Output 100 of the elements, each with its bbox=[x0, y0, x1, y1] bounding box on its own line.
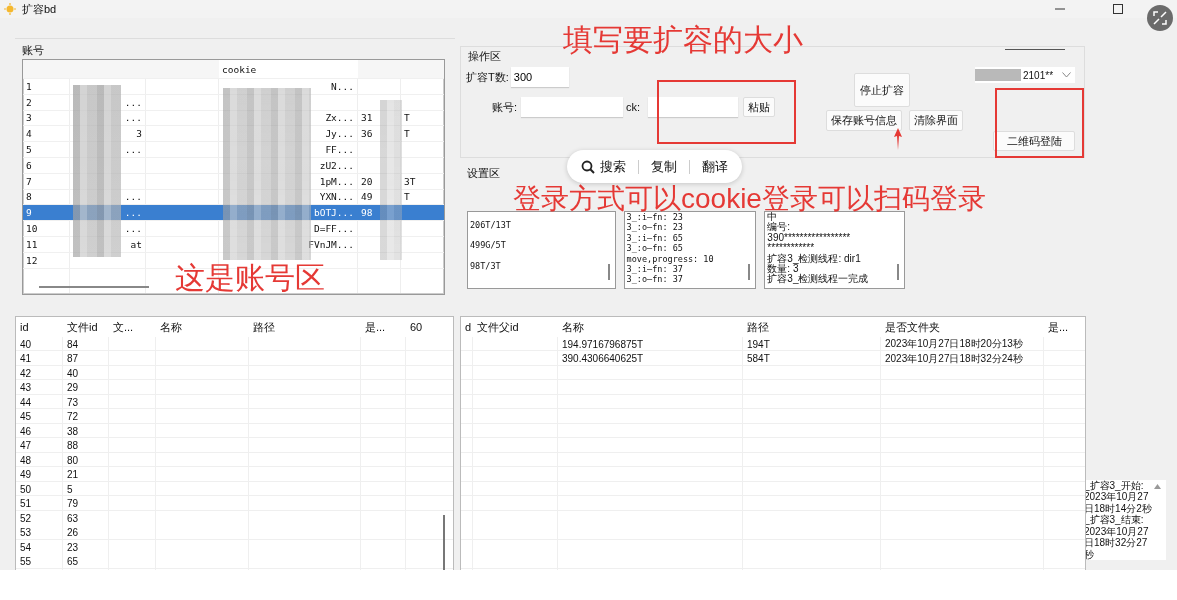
table-cell: T bbox=[404, 128, 410, 140]
text-area[interactable]: 3_:i—fn: 23 3_:o—fn: 23 3_:i—fn: 65 3_:o—fn: 65 move,progress: 10 3_:i—fn: 37 3_:o—fn: 37 bbox=[623, 211, 757, 289]
text-line: 3_:o—fn: 37 bbox=[626, 274, 683, 285]
exit-fullscreen-button[interactable] bbox=[1147, 5, 1173, 31]
table-cell: 11 bbox=[26, 238, 38, 250]
field-label: 账号: bbox=[490, 99, 518, 115]
table-cell: bOTJ... bbox=[313, 207, 354, 219]
table-cell: 2023年10月27日18时32分24秒 bbox=[885, 351, 1023, 366]
table-cell: 12 bbox=[26, 254, 38, 266]
list-row[interactable]: 10 ... D=FF... bbox=[23, 221, 444, 237]
table-cell: T bbox=[404, 112, 410, 124]
table-cell: 29 bbox=[67, 382, 79, 394]
table-cell: YXN... bbox=[319, 191, 354, 203]
table-cell: ... bbox=[124, 144, 142, 156]
table-cell: 4 bbox=[26, 128, 32, 140]
table-cell: 98 bbox=[361, 207, 373, 219]
table-cell: ... bbox=[124, 96, 142, 108]
table-cell: Zx... bbox=[325, 112, 354, 124]
table-cell: 8 bbox=[26, 191, 32, 203]
text-line: 编号: bbox=[767, 222, 791, 233]
table-cell: 73 bbox=[67, 396, 79, 408]
table-cell: 31 bbox=[361, 112, 373, 124]
table-cell: 54 bbox=[20, 541, 32, 553]
window-title: 扩容bd bbox=[22, 1, 57, 17]
table-cell: 41 bbox=[20, 353, 32, 365]
table-cell: 194.9716796875T bbox=[562, 338, 644, 350]
popup-item[interactable]: 复制 bbox=[651, 157, 677, 176]
account-dropdown[interactable]: 2101** bbox=[975, 67, 1075, 83]
annotation-text: 填写要扩容的大小 bbox=[563, 24, 803, 56]
text-line: 3_:i—fn: 65 bbox=[626, 232, 683, 244]
table-cell: 84 bbox=[67, 338, 79, 350]
list-row[interactable]: 7 1pM... 20 3T bbox=[23, 173, 444, 190]
list-row[interactable]: 9 ... bOTJ... 98 bbox=[23, 205, 444, 222]
table-cell: 7 bbox=[26, 175, 32, 187]
table-cell: ... bbox=[124, 223, 142, 235]
text-line: 206T/13T bbox=[470, 220, 511, 231]
table-cell: 5 bbox=[26, 144, 32, 156]
table-cell: ... bbox=[124, 207, 142, 219]
list-row[interactable]: 11 at FVnJM... bbox=[23, 236, 444, 253]
group-label: 操作区 bbox=[468, 49, 501, 63]
text-line: ************ bbox=[767, 243, 815, 254]
table-cell: 72 bbox=[67, 411, 79, 423]
table-cell: 55 bbox=[20, 556, 32, 568]
stop-button[interactable]: 停止扩容 bbox=[854, 73, 910, 107]
field-label: ck: bbox=[626, 101, 641, 113]
popup-item[interactable]: 搜索 bbox=[581, 157, 626, 176]
table-cell: 1 bbox=[26, 80, 32, 92]
table-cell: 21 bbox=[67, 469, 79, 481]
input-field[interactable] bbox=[521, 97, 623, 117]
table-cell: D=FF... bbox=[313, 223, 354, 235]
scrollbar-thumb[interactable] bbox=[39, 286, 149, 288]
list-row[interactable]: 1 N... bbox=[23, 79, 444, 95]
search-icon bbox=[581, 159, 595, 174]
table-cell: 88 bbox=[67, 440, 79, 452]
list-row[interactable]: 6 zU2... bbox=[23, 158, 444, 174]
table-cell: zU2... bbox=[319, 159, 354, 171]
table-cell: 26 bbox=[67, 527, 79, 539]
maximize-button[interactable] bbox=[1112, 3, 1124, 15]
input-field[interactable] bbox=[648, 97, 739, 117]
list-row[interactable]: 5 ... FF... bbox=[23, 142, 444, 158]
list-row[interactable]: 4 3 Jy... 36 T bbox=[23, 126, 444, 143]
table-cell: T bbox=[404, 191, 410, 203]
text-line: 3_:o—fn: 23 bbox=[626, 222, 683, 233]
text-line: 3_:i—fn: 23 bbox=[626, 212, 683, 223]
table-cell: 47 bbox=[20, 440, 32, 452]
list-row[interactable]: 3 ... Zx... 31 T bbox=[23, 110, 444, 127]
table-cell: 38 bbox=[67, 425, 79, 437]
save-button[interactable]: 保存账号信息 bbox=[826, 110, 902, 131]
input-field[interactable]: 300 bbox=[510, 67, 569, 87]
table-cell: 390.4306640625T bbox=[562, 353, 644, 365]
table-cell: 9 bbox=[26, 207, 32, 219]
clear-button[interactable]: 清除界面 bbox=[909, 110, 963, 131]
table-cell: 80 bbox=[67, 454, 79, 466]
table-cell: 49 bbox=[361, 191, 373, 203]
text-line: 扩容3_检测线程: dir1 bbox=[767, 253, 861, 265]
table-cell: 6 bbox=[26, 159, 32, 171]
table-cell: N... bbox=[331, 80, 354, 92]
text-line: 中 bbox=[767, 212, 778, 223]
scrollbar-thumb[interactable] bbox=[748, 264, 751, 280]
group-label: 设置区 bbox=[467, 166, 500, 180]
text-line: 499G/5T bbox=[470, 240, 506, 251]
table-cell: 51 bbox=[20, 498, 32, 510]
pixelated-mask bbox=[975, 69, 1021, 81]
table-cell: 5 bbox=[67, 483, 73, 495]
table-cell: 2 bbox=[26, 96, 32, 108]
scrollbar-thumb[interactable] bbox=[443, 515, 445, 573]
text-line: move,progress: 10 bbox=[626, 253, 714, 265]
qr-login-button[interactable]: 二维码登陆 bbox=[993, 131, 1075, 151]
popup-item[interactable]: 翻译 bbox=[702, 157, 728, 176]
paste-button[interactable]: 粘贴 bbox=[743, 97, 776, 117]
text-area[interactable]: 中 编号: 390***************** ************ 扩容3_检测线程: dir1 数量: 3 扩容3_检测线程一完成 bbox=[764, 211, 905, 289]
chevron-down-icon bbox=[1062, 72, 1071, 78]
scrollbar-thumb[interactable] bbox=[897, 264, 899, 280]
table-cell: 3 bbox=[26, 112, 32, 124]
text-area[interactable]: 206T/13T 499G/5T 98T/3T bbox=[467, 211, 616, 289]
text-line: 3_:o—fn: 65 bbox=[626, 243, 683, 254]
scrollbar-thumb[interactable] bbox=[607, 264, 610, 280]
scroll-up-icon bbox=[1153, 483, 1161, 489]
list-row[interactable]: 2 ... bbox=[23, 94, 444, 111]
table-cell: 23 bbox=[67, 541, 79, 553]
